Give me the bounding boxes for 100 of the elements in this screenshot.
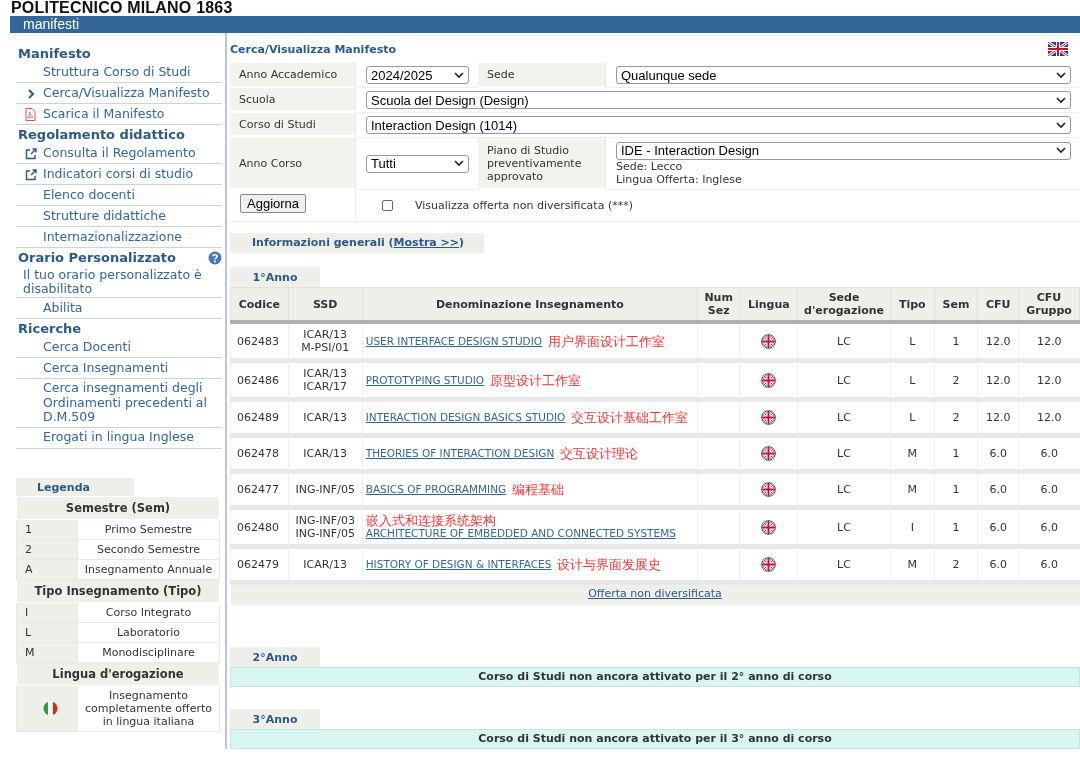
- legend-key: 1: [16, 519, 78, 539]
- sidebar-link[interactable]: Elenco docenti: [43, 186, 135, 205]
- campus-dropdown[interactable]: Qualunque sede: [616, 66, 1071, 84]
- table-cell: 6.0: [977, 507, 1019, 547]
- legend-key: M: [16, 642, 78, 662]
- table-cell: 1: [934, 507, 978, 547]
- table-cell: 062486: [230, 360, 289, 400]
- legend-description: Insegnamento completamente offerto in lingua italiana: [77, 685, 220, 731]
- status-banner: Corso di Studi non ancora attivato per il 2° anno di corso: [230, 667, 1080, 687]
- column-header: Denominazione Insegnamento: [362, 287, 698, 322]
- legend-heading: Tipo Insegnamento (Tipo): [16, 579, 220, 602]
- plan-detail: Lingua Offerta: Inglese: [616, 172, 743, 186]
- annotation-text: 设计与界面发展史: [557, 558, 662, 571]
- table-cell: 2: [934, 360, 978, 400]
- group-title: Ricerche: [18, 321, 82, 336]
- course-link[interactable]: THEORIES OF INTERACTION DESIGN: [365, 447, 555, 460]
- legend-description: Primo Semestre: [77, 519, 220, 539]
- course-link[interactable]: ARCHITECTURE OF EMBEDDED AND CONNECTED SYSTEMS: [365, 527, 676, 540]
- field-label: Scuola: [239, 92, 276, 106]
- table-cell: M: [890, 471, 935, 508]
- table-cell: 062477: [230, 471, 289, 508]
- table-cell: 2: [934, 399, 978, 436]
- table-cell: LC: [797, 399, 891, 436]
- course-link[interactable]: INTERACTION DESIGN BASICS STUDIO: [365, 411, 566, 424]
- legend-key: A: [16, 559, 78, 579]
- table-cell: ICAR/13: [288, 435, 363, 472]
- study-plan-dropdown[interactable]: IDE - Interaction Design: [616, 141, 1071, 160]
- table-cell: 1: [934, 322, 978, 361]
- field-label: Piano di Studio preventivamente approvato: [487, 143, 583, 183]
- table-cell: ICAR/13: [288, 399, 363, 436]
- group-title: Orario Personalizzato: [18, 250, 176, 265]
- column-header: SSD: [288, 287, 363, 322]
- sidebar-link[interactable]: Cerca Insegnamenti: [43, 359, 169, 378]
- course-link[interactable]: USER INTERFACE DESIGN STUDIO: [365, 334, 543, 348]
- annotation-text: 交互设计基础工作室: [571, 411, 689, 424]
- course-dropdown[interactable]: Interaction Design (1014): [366, 116, 1071, 134]
- table-cell: L: [890, 399, 935, 436]
- sidebar-link[interactable]: Cerca insegnamenti degli Ordinamenti precedenti al D.M.509: [43, 380, 222, 427]
- sidebar-link[interactable]: Strutture didattiche: [43, 207, 166, 226]
- table-cell: LC: [797, 471, 891, 508]
- sidebar-link[interactable]: Cerca/Visualizza Manifesto: [43, 84, 210, 103]
- table-cell: ING-INF/05: [288, 471, 363, 508]
- annotation-text: 编程基础: [512, 483, 565, 496]
- footer-link[interactable]: Offerta non diversificata: [588, 587, 722, 600]
- legend-heading: Lingua d'erogazione: [16, 662, 220, 685]
- update-button[interactable]: Aggiorna: [240, 194, 307, 213]
- table-cell: L: [890, 322, 935, 361]
- annotation-text: 用户界面设计工作室: [548, 334, 666, 348]
- sidebar-link[interactable]: Consulta il Regolamento: [43, 144, 196, 163]
- column-header: CFU Gruppo: [1018, 287, 1080, 322]
- table-cell: L: [890, 360, 935, 400]
- annotation-text: 嵌入式和连接系统架构: [365, 514, 496, 527]
- table-cell: 6.0: [1018, 471, 1080, 508]
- site-logo[interactable]: POLITECNICO MILANO 1863: [11, 0, 233, 16]
- column-header: Num Sez: [697, 287, 740, 322]
- legend-heading: Semestre (Sem): [16, 496, 220, 519]
- table-cell: 12.0: [977, 360, 1019, 400]
- sidebar-link[interactable]: Scarica il Manifesto: [43, 105, 165, 124]
- group-title: Manifesto: [18, 46, 91, 61]
- sidebar-link[interactable]: Cerca Docenti: [43, 338, 131, 357]
- field-label: Corso di Studi: [239, 117, 316, 131]
- table-cell: I: [890, 507, 935, 547]
- course-link[interactable]: HISTORY OF DESIGN & INTERFACES: [365, 558, 552, 571]
- sidebar-link[interactable]: Erogati in lingua Inglese: [43, 429, 194, 447]
- column-header: CFU: [977, 287, 1019, 322]
- course-link[interactable]: BASICS OF PROGRAMMING: [365, 483, 507, 496]
- field-label: Sede: [487, 68, 515, 81]
- table-cell: 12.0: [1018, 360, 1080, 400]
- table-cell: 6.0: [977, 435, 1019, 472]
- table-cell: 1: [934, 435, 978, 472]
- table-cell: ING-INF/03 ING-INF/05: [288, 507, 363, 547]
- course-link[interactable]: PROTOTYPING STUDIO: [365, 373, 485, 387]
- legend-key: L: [16, 622, 78, 642]
- show-link[interactable]: Mostra >>: [393, 236, 460, 249]
- year-dropdown[interactable]: 2024/2025: [366, 66, 469, 84]
- info-tab: Informazioni generali (Mostra >>): [230, 233, 485, 253]
- table-cell: 062483: [230, 322, 289, 361]
- field-label: Anno Accademico: [239, 68, 338, 81]
- table-cell: M: [890, 435, 935, 472]
- table-cell: LC: [797, 322, 891, 361]
- sidebar-link[interactable]: Internazionalizzazione: [43, 228, 182, 247]
- page-title: Cerca/Visualizza Manifesto: [230, 42, 396, 56]
- table-cell: 062489: [230, 399, 289, 436]
- table-cell: 12.0: [977, 322, 1019, 361]
- legend-description: Laboratorio: [77, 622, 220, 642]
- sidebar-link[interactable]: Struttura Corso di Studi: [43, 63, 191, 82]
- sidebar-link[interactable]: Abilita: [43, 299, 83, 318]
- school-dropdown[interactable]: Scuola del Design (Design): [366, 91, 1071, 109]
- annotation-text: 交互设计理论: [560, 447, 639, 460]
- table-cell: ICAR/13 ICAR/17: [288, 360, 363, 400]
- table-cell: 062478: [230, 435, 289, 472]
- status-banner: Corso di Studi non ancora attivato per il 3° anno di corso: [230, 729, 1080, 749]
- sidebar-link[interactable]: Indicatori corsi di studio: [43, 165, 194, 184]
- table-cell: ICAR/13 M-PSI/01: [288, 322, 363, 361]
- table-cell: 062480: [230, 507, 289, 547]
- table-cell: 6.0: [1018, 435, 1080, 472]
- table-cell: 6.0: [1018, 507, 1080, 547]
- course-year-dropdown[interactable]: Tutti: [366, 154, 469, 173]
- legend-key: I: [16, 602, 78, 622]
- legend-description: Secondo Semestre: [77, 539, 220, 559]
